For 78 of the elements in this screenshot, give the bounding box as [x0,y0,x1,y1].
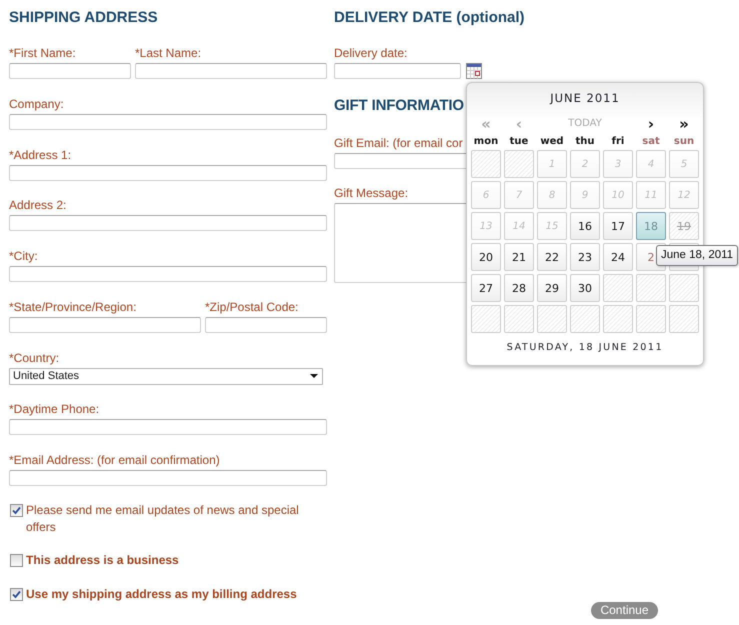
weekday-label: tue [510,135,528,149]
text-field[interactable] [9,316,201,333]
calendar-day[interactable]: 21 [504,243,534,271]
checkbox-label: Please send me email updates of news and special offers [26,502,300,536]
next-year-button[interactable]: » [679,116,689,132]
field-label: Gift Email: (for email cor [334,136,463,150]
section-heading: GIFT INFORMATIO [334,96,464,116]
calendar-day: 1 [537,150,567,178]
selected-date-text: SATURDAY, 18 JUNE 2011 [506,341,664,355]
weekday-label: thu [575,135,595,149]
text-field[interactable] [9,419,327,436]
text-field[interactable] [9,63,131,79]
text-field[interactable] [9,266,327,282]
section-heading: DELIVERY DATE (optional) [334,8,525,28]
month-title: JUNE 2011 [548,90,621,107]
checkbox[interactable] [10,588,23,600]
calendar-day: 13 [471,212,501,240]
checkmark-icon [12,590,21,598]
calendar-day[interactable]: 16 [570,212,600,240]
weekday-label: mon [474,135,498,149]
field-label: Company: [9,96,64,112]
calendar-day[interactable]: 28 [504,274,534,302]
calendar-day[interactable]: 30 [570,274,600,302]
calendar-day[interactable]: 23 [570,243,600,271]
text-field[interactable] [135,63,327,79]
calendar-day: 7 [504,181,534,209]
checkbox[interactable] [10,504,23,516]
field-label: *Zip/Postal Code: [205,300,298,315]
tooltip: June 18, 2011 [656,245,738,266]
calendar-day[interactable]: 29 [537,274,567,302]
text-field[interactable] [9,114,327,130]
calendar-day: 6 [471,181,501,209]
field-label: *Country: [9,350,60,366]
next-month-button[interactable]: › [648,116,654,132]
weekday-label: sat [642,135,660,149]
calendar-day: 15 [537,212,567,240]
calendar-day[interactable]: 24 [603,243,633,271]
weekday-label: wed [540,135,564,149]
calendar-day[interactable]: 27 [471,274,501,302]
text-field[interactable] [9,215,327,232]
calendar-day: 12 [669,181,699,209]
calendar-day: 2 [570,150,600,178]
field-label: *First Name: [9,46,76,61]
checkmark-icon [12,506,21,514]
calendar-day: 8 [537,181,567,209]
calendar-day: 5 [669,150,699,178]
calendar-day: 10 [603,181,633,209]
field-label: *City: [9,249,38,264]
checkbox-label: Use my shipping address as my billing address [26,586,297,602]
calendar-day: 9 [570,181,600,209]
calendar-icon[interactable] [466,63,482,79]
calendar-day: 3 [603,150,633,178]
date-field[interactable] [334,63,461,79]
field-label: Gift Message: [334,186,408,200]
calendar-day: 14 [504,212,534,240]
calendar-day[interactable]: 20 [471,243,501,271]
calendar-day: 19 [669,212,699,240]
country-select[interactable]: United States [9,368,323,384]
field-label: *Daytime Phone: [9,402,100,418]
checkbox[interactable] [10,554,23,567]
field-label: *Address 1: [9,148,72,162]
field-label: *Last Name: [135,46,202,61]
text-field[interactable] [9,470,327,486]
calendar-day[interactable]: 22 [537,243,567,271]
text-field[interactable] [205,316,327,333]
field-label: Address 2: [9,198,66,214]
field-label: *Email Address: (for email confirmation) [9,453,220,468]
calendar-day: 4 [636,150,666,178]
caret-icon [310,374,318,378]
section-heading: SHIPPING ADDRESS [9,8,158,28]
weekday-label: fri [612,135,624,149]
weekday-label: sun [674,135,694,149]
field-label: *State/Province/Region: [9,300,136,315]
field-label: Delivery date: [334,46,408,61]
checkbox-label: This address is a business [26,552,179,569]
text-field[interactable] [9,164,327,180]
calendar-day[interactable]: 17 [603,212,633,240]
calendar-day: 11 [636,181,666,209]
